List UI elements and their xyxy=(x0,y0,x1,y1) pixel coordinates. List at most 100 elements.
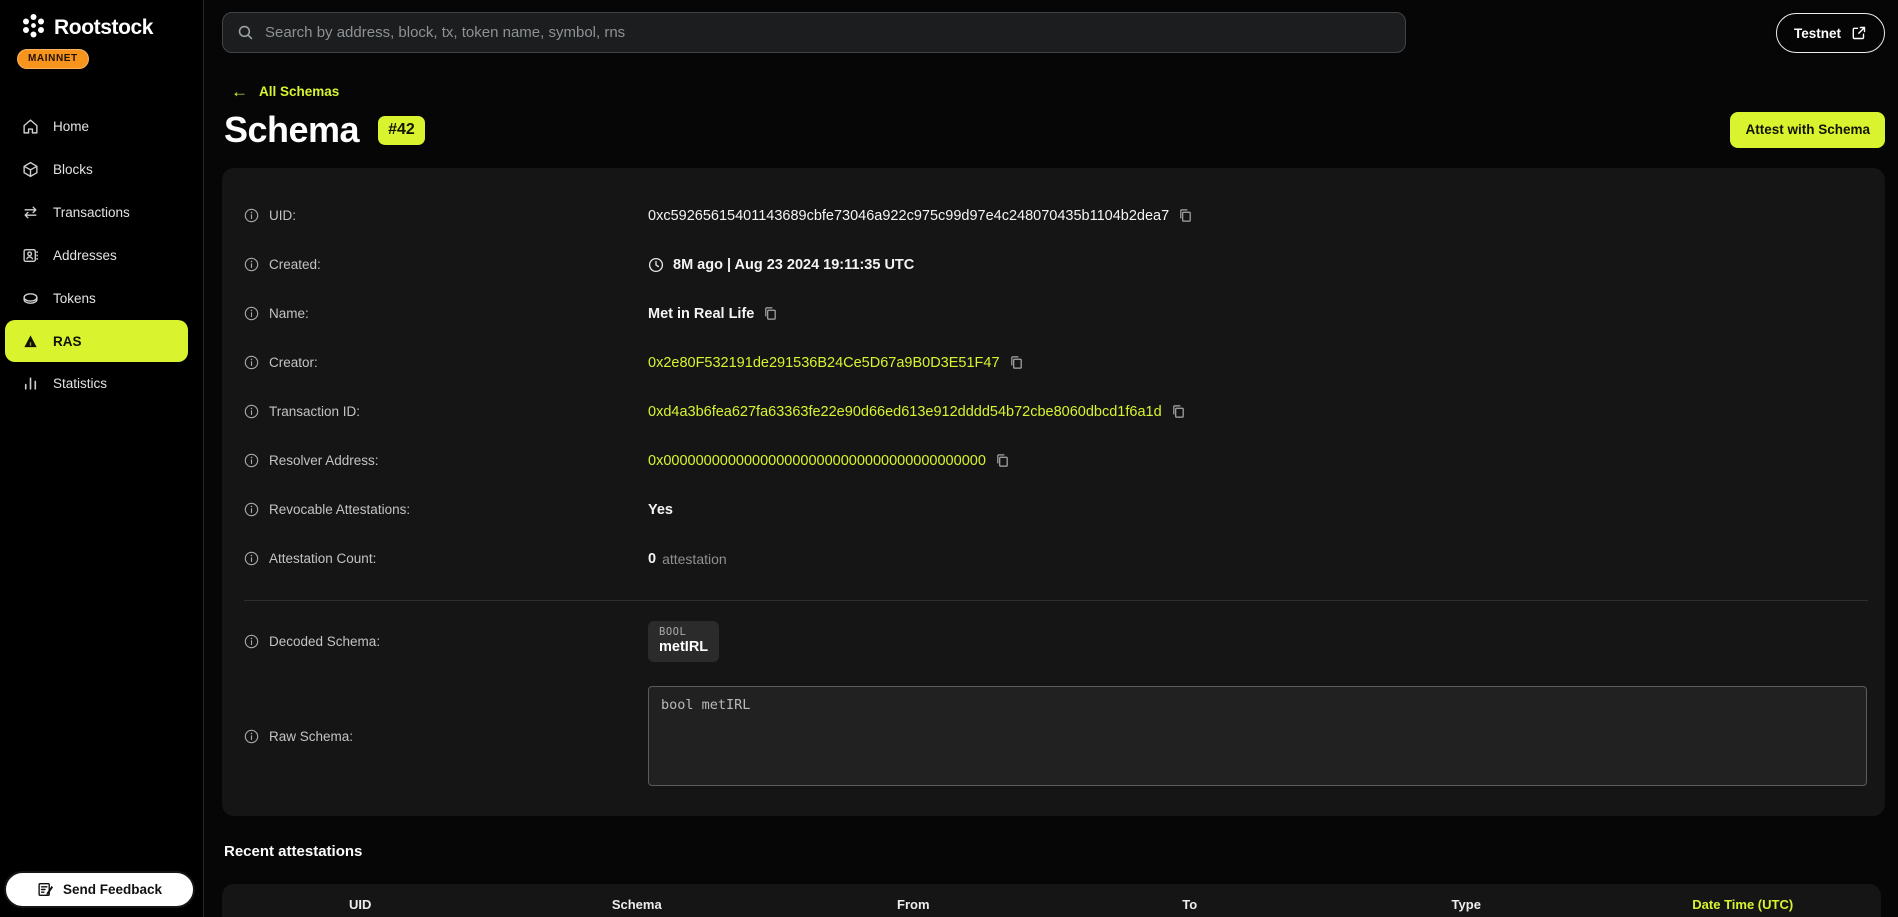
detail-label: Revocable Attestations: xyxy=(269,502,410,517)
detail-label: Creator: xyxy=(269,355,318,370)
field-type: BOOL xyxy=(659,626,708,638)
detail-label: UID: xyxy=(269,208,296,223)
cube-icon xyxy=(21,161,39,179)
copy-icon[interactable] xyxy=(1009,355,1024,370)
coin-icon xyxy=(21,290,39,308)
main-content: Testnet ← All Schemas Schema #42 Attest … xyxy=(204,0,1898,917)
schema-id-badge: #42 xyxy=(378,116,425,145)
attestation-count-value: 0 xyxy=(648,551,656,567)
bar-chart-icon xyxy=(21,375,39,393)
detail-row-creator: Creator: 0x2e80F532191de291536B24Ce5D67a… xyxy=(244,338,1868,387)
detail-label: Name: xyxy=(269,306,309,321)
network-badge[interactable]: MAINNET xyxy=(17,49,89,69)
detail-row-created: Created: 8M ago | Aug 23 2024 19:11:35 U… xyxy=(244,240,1868,289)
name-value: Met in Real Life xyxy=(648,306,754,322)
copy-icon[interactable] xyxy=(995,453,1010,468)
sidebar-item-label: Transactions xyxy=(53,205,130,220)
detail-label: Raw Schema: xyxy=(269,729,353,744)
search-icon xyxy=(237,24,254,41)
detail-row-attestation-count: Attestation Count: 0 attestation xyxy=(244,534,1868,583)
external-link-icon xyxy=(1851,25,1867,41)
sidebar-item-home[interactable]: Home xyxy=(0,105,203,148)
back-to-all-schemas-link[interactable]: ← All Schemas xyxy=(231,83,339,100)
arrow-left-icon: ← xyxy=(231,83,248,100)
sidebar-item-tokens[interactable]: Tokens xyxy=(0,277,203,320)
transaction-id-link[interactable]: 0xd4a3b6fea627fa63363fe22e90d66ed613e912… xyxy=(648,404,1162,420)
column-header-from: From xyxy=(775,897,1052,912)
detail-label: Transaction ID: xyxy=(269,404,360,419)
column-header-datetime[interactable]: Date Time (UTC) xyxy=(1605,897,1882,912)
info-icon xyxy=(244,208,259,223)
testnet-label: Testnet xyxy=(1794,26,1841,41)
detail-row-revocable: Revocable Attestations: Yes xyxy=(244,485,1868,534)
copy-icon[interactable] xyxy=(1178,208,1193,223)
revocable-value: Yes xyxy=(648,502,673,518)
search-bar[interactable] xyxy=(222,12,1406,53)
recent-attestations-heading: Recent attestations xyxy=(224,843,1885,860)
attestations-table-header: UID Schema From To Type Date Time (UTC) xyxy=(222,884,1881,917)
detail-label: Attestation Count: xyxy=(269,551,376,566)
resolver-address-link[interactable]: 0x00000000000000000000000000000000000000… xyxy=(648,453,986,469)
sidebar-item-label: Home xyxy=(53,119,89,134)
section-divider xyxy=(244,600,1868,601)
sidebar-item-label: Tokens xyxy=(53,291,96,306)
feedback-note-icon xyxy=(37,881,54,898)
info-icon xyxy=(244,453,259,468)
send-feedback-button[interactable]: Send Feedback xyxy=(4,871,195,908)
sidebar-item-label: Addresses xyxy=(53,248,117,263)
testnet-switch-button[interactable]: Testnet xyxy=(1776,13,1885,53)
contact-card-icon xyxy=(21,247,39,265)
attest-with-schema-button[interactable]: Attest with Schema xyxy=(1730,112,1885,148)
sidebar-item-statistics[interactable]: Statistics xyxy=(0,362,203,405)
search-input[interactable] xyxy=(265,24,1391,41)
copy-icon[interactable] xyxy=(763,306,778,321)
uid-value: 0xc59265615401143689cbfe73046a922c975c99… xyxy=(648,208,1169,224)
sidebar-item-blocks[interactable]: Blocks xyxy=(0,148,203,191)
sidebar-item-label: Statistics xyxy=(53,376,107,391)
back-link-label: All Schemas xyxy=(259,84,339,99)
column-header-schema: Schema xyxy=(499,897,776,912)
field-name: metIRL xyxy=(659,639,708,655)
column-header-to: To xyxy=(1052,897,1329,912)
app-window: Rootstock MAINNET Home Blocks Transacti xyxy=(0,0,1898,917)
detail-row-uid: UID: 0xc59265615401143689cbfe73046a922c9… xyxy=(244,191,1868,240)
info-icon xyxy=(244,257,259,272)
decoded-field-chip: BOOL metIRL xyxy=(648,621,719,662)
feedback-label: Send Feedback xyxy=(63,882,162,897)
creator-address-link[interactable]: 0x2e80F532191de291536B24Ce5D67a9B0D3E51F… xyxy=(648,355,1000,371)
info-icon xyxy=(244,634,259,649)
sidebar-item-label: RAS xyxy=(53,334,82,349)
column-header-uid: UID xyxy=(222,897,499,912)
topbar: Testnet xyxy=(222,12,1885,53)
sidebar-item-addresses[interactable]: Addresses xyxy=(0,234,203,277)
attestation-count-suffix[interactable]: attestation xyxy=(662,551,727,567)
detail-row-name: Name: Met in Real Life xyxy=(244,289,1868,338)
detail-row-decoded-schema: Decoded Schema: BOOL metIRL xyxy=(244,609,1868,673)
sidebar-item-label: Blocks xyxy=(53,162,93,177)
detail-label: Resolver Address: xyxy=(269,453,379,468)
info-icon xyxy=(244,502,259,517)
sidebar: Rootstock MAINNET Home Blocks Transacti xyxy=(0,0,204,917)
sidebar-item-transactions[interactable]: Transactions xyxy=(0,191,203,234)
title-row: Schema #42 Attest with Schema xyxy=(222,109,1885,151)
raw-schema-textarea[interactable]: bool metIRL xyxy=(648,686,1867,786)
rootstock-logo-icon xyxy=(20,12,47,44)
detail-label: Decoded Schema: xyxy=(269,634,380,649)
copy-icon[interactable] xyxy=(1171,404,1186,419)
rootstock-logo[interactable]: Rootstock xyxy=(0,0,203,44)
sidebar-item-ras[interactable]: RAS xyxy=(5,320,188,362)
info-icon xyxy=(244,551,259,566)
created-value: 8M ago | Aug 23 2024 19:11:35 UTC xyxy=(673,257,914,273)
detail-label: Created: xyxy=(269,257,321,272)
info-icon xyxy=(244,729,259,744)
home-icon xyxy=(21,118,39,136)
info-icon xyxy=(244,404,259,419)
sidebar-nav: Home Blocks Transactions Addresses xyxy=(0,105,203,405)
info-icon xyxy=(244,306,259,321)
swap-arrows-icon xyxy=(21,204,39,222)
detail-row-raw-schema: Raw Schema: bool metIRL xyxy=(244,686,1868,786)
detail-row-transaction-id: Transaction ID: 0xd4a3b6fea627fa63363fe2… xyxy=(244,387,1868,436)
detail-row-resolver: Resolver Address: 0x00000000000000000000… xyxy=(244,436,1868,485)
page-title: Schema xyxy=(224,109,359,151)
info-icon xyxy=(244,355,259,370)
